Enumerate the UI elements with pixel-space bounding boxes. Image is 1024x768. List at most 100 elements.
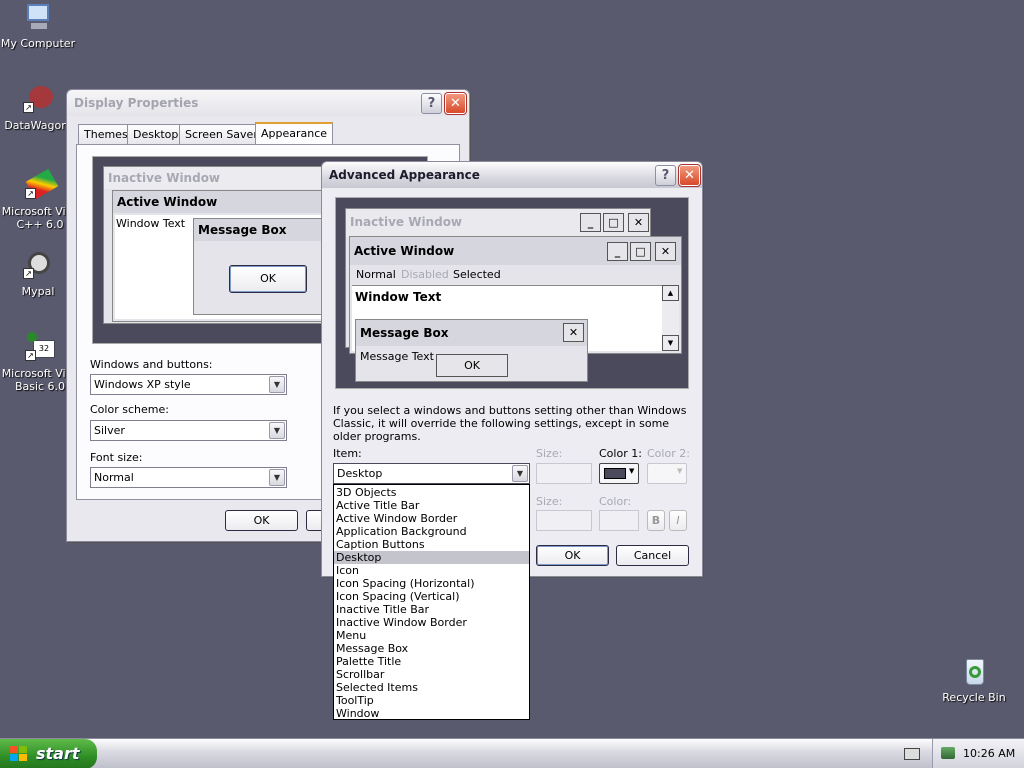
- chevron-down-icon: ▼: [677, 467, 683, 475]
- desktop-icon-recycle-bin[interactable]: Recycle Bin: [936, 656, 1012, 704]
- item-option[interactable]: Icon Spacing (Horizontal): [334, 577, 529, 590]
- preview-menu-normal: Normal: [356, 268, 396, 281]
- color2-label: Color 2:: [647, 447, 690, 460]
- start-button[interactable]: start: [0, 739, 97, 768]
- desktop-icon-my-computer[interactable]: My Computer: [0, 2, 76, 50]
- font-color-picker: [599, 510, 639, 531]
- datawagon-icon: ↗: [21, 84, 55, 116]
- color1-label: Color 1:: [599, 447, 642, 460]
- font-color-label: Color:: [599, 495, 632, 508]
- recycle-bin-icon: [957, 656, 991, 688]
- item-option[interactable]: Menu: [334, 629, 529, 642]
- italic-button: I: [669, 510, 687, 531]
- close-button[interactable]: ✕: [678, 164, 701, 187]
- item-dropdown-list[interactable]: 3D Objects Active Title Bar Active Window …: [333, 484, 530, 720]
- item-option[interactable]: Caption Buttons: [334, 538, 529, 551]
- tab-themes[interactable]: Themes: [78, 124, 134, 144]
- preview-message-box: Message Box OK: [193, 218, 328, 315]
- display-properties-title-bar[interactable]: Display Properties: [67, 90, 469, 116]
- chevron-down-icon: ▼: [269, 422, 285, 439]
- chevron-down-icon: ▼: [269, 376, 285, 393]
- my-computer-icon: [21, 2, 55, 34]
- close-icon: ✕: [563, 323, 584, 342]
- help-button[interactable]: ?: [655, 165, 676, 186]
- chevron-down-icon: ▼: [512, 465, 528, 482]
- item-option[interactable]: Icon Spacing (Vertical): [334, 590, 529, 603]
- system-tray: 10:26 AM: [932, 739, 1024, 768]
- item-option[interactable]: Application Background: [334, 525, 529, 538]
- size-label: Size:: [536, 447, 563, 460]
- advanced-appearance-title-bar[interactable]: Advanced Appearance: [322, 162, 702, 188]
- item-option[interactable]: 3D Objects: [334, 486, 529, 499]
- preview-ok-button: OK: [436, 354, 508, 377]
- tab-appearance[interactable]: Appearance: [255, 122, 334, 146]
- close-icon: ✕: [655, 242, 676, 261]
- help-button[interactable]: ?: [421, 93, 442, 114]
- taskbar: start 10:26 AM: [0, 738, 1024, 768]
- preview-message-box: Message Box ✕ Message Text OK: [355, 319, 588, 382]
- item-option[interactable]: Desktop: [334, 551, 529, 564]
- font-size-select[interactable]: Normal ▼: [90, 467, 287, 488]
- font-size-select: [536, 510, 592, 531]
- visual-cpp-icon: ↗: [23, 168, 59, 202]
- font-size-label: Size:: [536, 495, 563, 508]
- icon-label: My Computer: [0, 37, 76, 50]
- minimize-icon: _: [580, 213, 601, 232]
- item-option[interactable]: Scrollbar: [334, 668, 529, 681]
- maximize-icon: □: [630, 242, 651, 261]
- item-option[interactable]: Active Title Bar: [334, 499, 529, 512]
- item-label: Item:: [333, 447, 362, 460]
- close-icon: ✕: [628, 213, 649, 232]
- minimize-icon: _: [607, 242, 628, 261]
- preview-message-text: Message Text: [360, 350, 434, 363]
- item-option[interactable]: Inactive Window Border: [334, 616, 529, 629]
- item-option[interactable]: ToolTip: [334, 694, 529, 707]
- color-scheme-select[interactable]: Silver ▼: [90, 420, 287, 441]
- bold-button: B: [647, 510, 665, 531]
- mypal-icon: ↗: [21, 250, 55, 282]
- size-spinner: [536, 463, 592, 484]
- item-option[interactable]: Message Box: [334, 642, 529, 655]
- chevron-down-icon: ▼: [269, 469, 285, 486]
- color-scheme-label: Color scheme:: [90, 403, 169, 416]
- icon-label: Mypal: [21, 285, 55, 298]
- preview-message-box-title: Message Box: [356, 320, 587, 346]
- windows-and-buttons-select[interactable]: Windows XP style ▼: [90, 374, 287, 395]
- preview-menu-disabled: Disabled: [401, 268, 449, 281]
- desktop-icon-datawagon[interactable]: ↗ DataWagon.: [0, 84, 76, 132]
- item-option[interactable]: Active Window Border: [334, 512, 529, 525]
- visual-basic-icon: 32 ↗: [23, 332, 57, 364]
- preview-ok-button: OK: [229, 265, 307, 293]
- icon-label: DataWagon.: [4, 119, 72, 132]
- clock[interactable]: 10:26 AM: [963, 747, 1015, 760]
- ok-button[interactable]: OK: [536, 545, 609, 566]
- color1-picker[interactable]: ▼: [599, 463, 639, 484]
- keyboard-icon[interactable]: [904, 748, 920, 760]
- item-option[interactable]: Window: [334, 707, 529, 720]
- window-title: Display Properties: [74, 96, 199, 110]
- preview-window-text: Window Text: [355, 290, 442, 304]
- item-select[interactable]: Desktop ▼: [333, 463, 530, 484]
- item-option[interactable]: Inactive Title Bar: [334, 603, 529, 616]
- windows-logo-icon: [10, 746, 28, 762]
- preview-window-text: Window Text: [116, 217, 186, 230]
- windows-and-buttons-label: Windows and buttons:: [90, 358, 213, 371]
- item-option[interactable]: Palette Title: [334, 655, 529, 668]
- preview-menu-selected: Selected: [453, 268, 501, 281]
- ok-button[interactable]: OK: [225, 510, 298, 531]
- icon-label: Recycle Bin: [942, 691, 1006, 704]
- info-text: If you select a windows and buttons sett…: [333, 404, 687, 443]
- desktop-icon-mypal[interactable]: ↗ Mypal: [0, 250, 76, 298]
- chevron-down-icon: ▼: [629, 467, 635, 475]
- tab-desktop[interactable]: Desktop: [127, 124, 185, 144]
- item-option[interactable]: Selected Items: [334, 681, 529, 694]
- font-size-label: Font size:: [90, 451, 143, 464]
- cancel-button[interactable]: Cancel: [616, 545, 689, 566]
- color2-picker: ▼: [647, 463, 687, 484]
- maximize-icon: □: [603, 213, 624, 232]
- preview-message-box-title: Message Box: [194, 219, 327, 241]
- close-button[interactable]: ✕: [444, 92, 467, 115]
- network-icon[interactable]: [941, 747, 955, 759]
- item-option[interactable]: Icon: [334, 564, 529, 577]
- tab-screen-saver[interactable]: Screen Saver: [179, 124, 264, 144]
